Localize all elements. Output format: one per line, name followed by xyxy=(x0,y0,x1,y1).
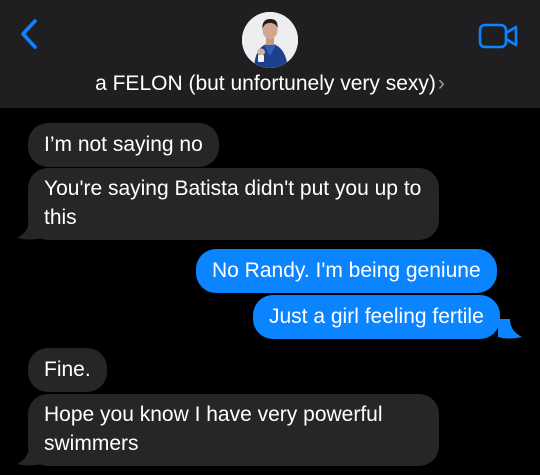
message-bubble-outgoing[interactable]: Just a girl feeling fertile xyxy=(253,295,500,339)
back-button[interactable] xyxy=(16,18,42,50)
chevron-left-icon xyxy=(21,19,37,49)
video-camera-icon xyxy=(478,23,518,49)
message-bubble-incoming[interactable]: I’m not saying no xyxy=(28,123,219,167)
avatar-photo xyxy=(242,12,298,68)
contact-name: a FELON (but unfortunely very sexy) xyxy=(95,72,436,95)
chevron-right-icon: › xyxy=(437,72,445,95)
message-bubble-incoming[interactable]: Fine. xyxy=(28,348,107,392)
message-text: No Randy. I'm being geniune xyxy=(212,259,481,282)
conversation-header: a FELON (but unfortunely very sexy)› xyxy=(0,0,540,108)
bubble-tail-outgoing xyxy=(498,319,522,339)
message-text: I’m not saying no xyxy=(44,133,203,156)
message-bubble-incoming[interactable]: Hope you know I have very powerful swimm… xyxy=(28,394,439,466)
message-text: You're saying Batista didn't put you up … xyxy=(44,177,422,229)
bubble-tail-incoming xyxy=(17,446,41,466)
bubble-tail-incoming xyxy=(17,220,41,240)
message-text: Just a girl feeling fertile xyxy=(269,305,484,328)
message-bubble-incoming[interactable]: You're saying Batista didn't put you up … xyxy=(28,168,439,240)
contact-name-row[interactable]: a FELON (but unfortunely very sexy)› xyxy=(0,70,540,98)
message-text: Hope you know I have very powerful swimm… xyxy=(44,403,383,455)
message-text: Fine. xyxy=(44,358,91,381)
facetime-video-button[interactable] xyxy=(478,22,520,50)
message-bubble-outgoing[interactable]: No Randy. I'm being geniune xyxy=(196,249,497,293)
contact-avatar[interactable] xyxy=(242,12,298,68)
